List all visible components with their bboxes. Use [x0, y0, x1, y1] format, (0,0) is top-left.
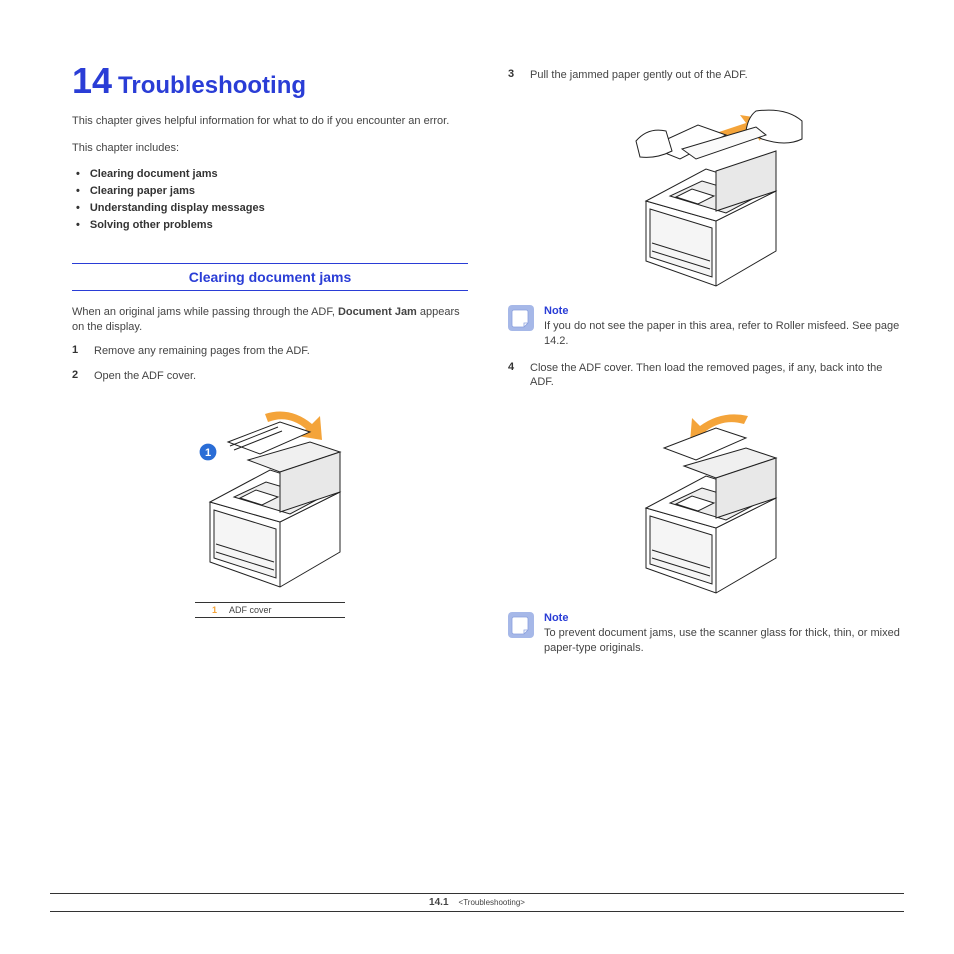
toc-item[interactable]: Understanding display messages	[72, 202, 468, 214]
step-number: 1	[72, 344, 94, 356]
step-number: 3	[508, 68, 530, 80]
step-4: 4 Close the ADF cover. Then load the rem…	[508, 361, 904, 391]
figure-open-adf-cover: 1	[72, 402, 468, 592]
step-text: Remove any remaining pages from the ADF.	[94, 344, 310, 359]
toc-item[interactable]: Clearing paper jams	[72, 185, 468, 197]
step-2: 2 Open the ADF cover.	[72, 369, 468, 384]
chapter-number: 14	[72, 60, 112, 101]
step-text: Open the ADF cover.	[94, 369, 196, 384]
page-footer: 14.1 <Troubleshooting>	[50, 893, 904, 912]
footer-title: <Troubleshooting>	[459, 898, 525, 907]
printer-illustration-1: 1	[170, 402, 370, 592]
step-number: 2	[72, 369, 94, 381]
chapter-toc-list: Clearing document jams Clearing paper ja…	[72, 168, 468, 231]
intro-paragraph-2: This chapter includes:	[72, 141, 468, 156]
toc-item[interactable]: Clearing document jams	[72, 168, 468, 180]
note-1: Note If you do not see the paper in this…	[508, 305, 904, 349]
note-heading: Note	[544, 305, 904, 317]
chapter-title-text: Troubleshooting	[118, 72, 306, 99]
step-text: Pull the jammed paper gently out of the …	[530, 68, 748, 83]
figure-close-adf-cover	[508, 408, 904, 598]
section-lead: When an original jams while passing thro…	[72, 305, 468, 335]
chapter-title: 14Troubleshooting	[72, 60, 468, 102]
page-number: 14.1	[429, 897, 448, 908]
figure-pull-jammed-paper	[508, 101, 904, 291]
lead-bold: Document Jam	[338, 306, 417, 318]
step-1: 1 Remove any remaining pages from the AD…	[72, 344, 468, 359]
caption-label: ADF cover	[229, 605, 272, 615]
step-number: 4	[508, 361, 530, 373]
note-body: If you do not see the paper in this area…	[544, 319, 904, 349]
caption-number: 1	[195, 605, 229, 615]
step-3: 3 Pull the jammed paper gently out of th…	[508, 68, 904, 83]
note-icon	[508, 305, 534, 331]
note-icon	[508, 612, 534, 638]
section-heading: Clearing document jams	[189, 269, 352, 285]
intro-paragraph-1: This chapter gives helpful information f…	[72, 114, 468, 129]
printer-illustration-3	[606, 408, 806, 598]
step-text: Close the ADF cover. Then load the remov…	[530, 361, 904, 391]
figure1-callout-number: 1	[205, 447, 211, 459]
lead-pre: When an original jams while passing thro…	[72, 306, 338, 318]
printer-illustration-2	[606, 101, 806, 291]
note-body: To prevent document jams, use the scanne…	[544, 626, 904, 656]
section-heading-rule: Clearing document jams	[72, 263, 468, 291]
toc-item[interactable]: Solving other problems	[72, 219, 468, 231]
note-2: Note To prevent document jams, use the s…	[508, 612, 904, 656]
note-heading: Note	[544, 612, 904, 624]
figure1-caption: 1 ADF cover	[195, 602, 345, 618]
